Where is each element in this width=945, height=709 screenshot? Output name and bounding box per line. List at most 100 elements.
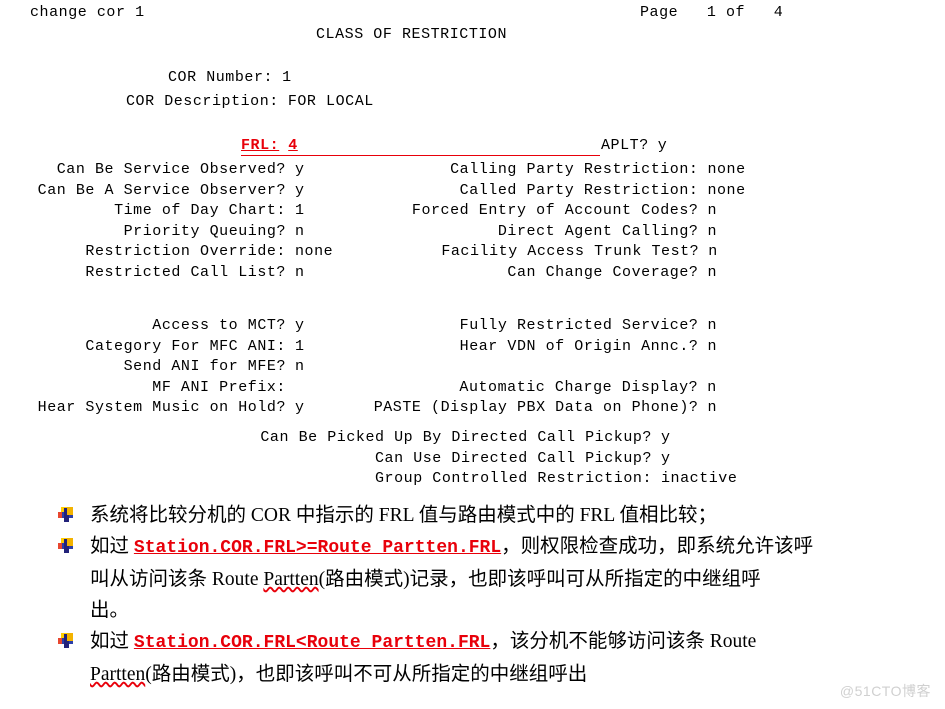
field-value-left[interactable]: 1 — [286, 201, 305, 222]
bullet1-mono-b: FRL — [378, 505, 414, 526]
field-value-right[interactable]: n — [698, 378, 717, 399]
terminal-form: change cor 1 Page 1 of 4 CLASS OF RESTRI… — [0, 0, 945, 500]
form-field-row: MF ANI Prefix: Automatic Charge Display? n — [0, 378, 945, 399]
field-label-right: Calling Party Restriction: — [450, 161, 699, 178]
field-value-left[interactable]: n — [286, 222, 305, 243]
field-value-left[interactable]: y — [286, 398, 305, 419]
bullet-list: 系统将比较分机的 COR 中指示的 FRL 值与路由模式中的 FRL 值相比较；… — [0, 500, 945, 690]
frl-label: FRL: — [241, 137, 280, 154]
bullet2-highlight: Station.COR.FRL>=Route Partten.FRL — [133, 538, 502, 558]
form-field-row: Priority Queuing? n Direct Agent Calling? n — [0, 222, 945, 243]
form-field-row: Restricted Call List? n Can Change Coverag… — [0, 263, 945, 284]
list-item-continuation: 出。 — [0, 595, 945, 626]
form-field-row: Can Use Directed Call Pickup? y — [0, 449, 945, 470]
frl-value[interactable]: 4 — [279, 136, 298, 157]
field-label-left: Access to MCT? — [152, 317, 286, 334]
command-line: change cor 1 — [30, 4, 145, 21]
cor-description-row: COR Description: FOR LOCAL — [126, 92, 374, 113]
bullet2-line2-a: 叫从访问该条 — [90, 569, 212, 590]
list-item-continuation: Partten(路由模式)，也即该呼叫不可从所指定的中继组呼出 — [0, 659, 945, 690]
bullet1-mono-a: COR — [250, 505, 291, 526]
field-value-left[interactable]: y — [286, 316, 305, 337]
cor-description-value[interactable]: FOR LOCAL — [279, 92, 374, 113]
frl-row: FRL: 4 — [241, 136, 298, 157]
field-label-right: Fully Restricted Service? — [459, 317, 699, 334]
bullet2-line3: 出。 — [90, 600, 130, 621]
bullet-marker-icon — [58, 633, 74, 649]
bullet1-text-d: 值相比较； — [614, 505, 718, 526]
field-label-left: Priority Queuing? — [123, 222, 286, 240]
bullet3-after-mono: Route — [709, 631, 757, 652]
field-label-right: Called Party Restriction: — [459, 181, 699, 199]
bullet2-line2-mono: Route — [211, 569, 264, 590]
form-field-row: Restriction Override: none Facility Access… — [0, 242, 945, 263]
field-value-right[interactable]: n — [699, 242, 718, 263]
form-field-row: Hear System Music on Hold? y PASTE (Displa… — [0, 398, 945, 419]
field-value[interactable]: y — [652, 449, 671, 470]
field-value[interactable]: inactive — [652, 469, 737, 490]
bullet2-lead: 如过 — [90, 536, 134, 557]
bullet3-highlight: Station.COR.FRL<Route Partten.FRL — [133, 633, 491, 653]
bullet3-lead: 如过 — [90, 631, 134, 652]
cor-description-label: COR Description: — [126, 93, 279, 110]
field-label: Can Be Picked Up By Directed Call Pickup… — [260, 429, 652, 446]
field-value-right[interactable]: n — [698, 222, 717, 243]
field-label-left: Send ANI for MFE? — [123, 358, 286, 376]
field-value-right[interactable]: none — [698, 160, 745, 181]
aplt-value[interactable]: y — [649, 136, 668, 157]
field-label-left: Restricted Call List? — [85, 264, 286, 281]
bullet1-mono-c: FRL — [579, 505, 615, 526]
field-value-right[interactable]: n — [698, 398, 717, 419]
cor-number-value[interactable]: 1 — [273, 68, 292, 89]
field-value-right[interactable]: n — [698, 263, 717, 284]
field-label-right: Can Change Coverage? — [507, 264, 699, 281]
bullet2-line2-b: (路由模式)记录，也即该呼叫可从所指定的中继组呼 — [318, 569, 761, 590]
field-value[interactable]: y — [652, 428, 671, 449]
field-label-right: Automatic Charge Display? — [459, 378, 699, 396]
cor-number-row: COR Number: 1 — [168, 68, 292, 89]
field-value-left[interactable]: n — [286, 357, 305, 378]
page-indicator: Page 1 of 4 — [640, 4, 784, 21]
field-label-right: Facility Access Trunk Test? — [441, 243, 700, 261]
field-label-left: MF ANI Prefix: — [152, 378, 286, 396]
field-label-left: Can Be Service Observed? — [56, 161, 286, 178]
list-item-continuation: 叫从访问该条 Route Partten(路由模式)记录，也即该呼叫可从所指定的… — [0, 564, 945, 595]
field-value-left[interactable]: y — [286, 181, 305, 202]
form-field-row: Time of Day Chart: 1 Forced Entry of Accou… — [0, 201, 945, 222]
field-value-left[interactable]: n — [286, 263, 305, 284]
frl-highlight-rule — [241, 155, 600, 156]
field-label-left: Can Be A Service Observer? — [37, 181, 286, 199]
bullet1-text-a: 系统将比较分机的 — [90, 505, 251, 526]
field-value-right[interactable]: none — [698, 181, 745, 202]
field-value-right[interactable]: n — [698, 337, 717, 358]
field-label-right: Direct Agent Calling? — [497, 222, 699, 240]
watermark: @51CTO博客 — [839, 683, 931, 699]
field-value-right[interactable]: n — [698, 201, 717, 222]
field-label-left: Category For MFC ANI: — [85, 337, 286, 355]
bullet3-line2-b: (路由模式)，也即该呼叫不可从所指定的中继组呼出 — [145, 664, 588, 685]
list-item: 如过 Station.COR.FRL>=Route Partten.FRL，则权… — [0, 531, 945, 564]
form-field-row: Group Controlled Restriction: inactive — [0, 469, 945, 490]
form-field-row: Category For MFC ANI: 1 Hear VDN of Origin… — [0, 337, 945, 358]
aplt-row: APLT? y — [601, 136, 667, 157]
bullet2-after: ，则权限检查成功，即系统允许该呼 — [501, 536, 814, 557]
field-label-left: Restriction Override: — [85, 243, 286, 261]
bullet1-text-b: 中指示的 — [291, 505, 379, 526]
list-item: 如过 Station.COR.FRL<Route Partten.FRL，该分机… — [0, 626, 945, 659]
field-value-left[interactable]: 1 — [286, 337, 305, 358]
field-value-left[interactable]: y — [286, 160, 305, 181]
form-field-row: Access to MCT? y Fully Restricted Service?… — [0, 316, 945, 337]
form-field-row: Send ANI for MFE? n — [0, 357, 945, 378]
bullet3-line2-misspelled: Partten — [90, 664, 146, 685]
bullet-marker-icon — [58, 538, 74, 554]
field-label-right: PASTE (Display PBX Data on Phone)? — [373, 399, 699, 417]
field-value-right[interactable]: n — [698, 316, 717, 337]
field-value-left[interactable]: none — [286, 242, 333, 263]
form-title: CLASS OF RESTRICTION — [316, 26, 508, 43]
form-field-row: Can Be Service Observed? y Calling Party R… — [0, 160, 945, 181]
field-label-left: Hear System Music on Hold? — [37, 399, 286, 417]
list-item: 系统将比较分机的 COR 中指示的 FRL 值与路由模式中的 FRL 值相比较； — [0, 500, 945, 531]
bullet2-line2-misspelled: Partten — [263, 569, 319, 590]
field-label-right: Hear VDN of Origin Annc.? — [459, 337, 699, 355]
bullet1-text-c: 值与路由模式中的 — [413, 505, 580, 526]
